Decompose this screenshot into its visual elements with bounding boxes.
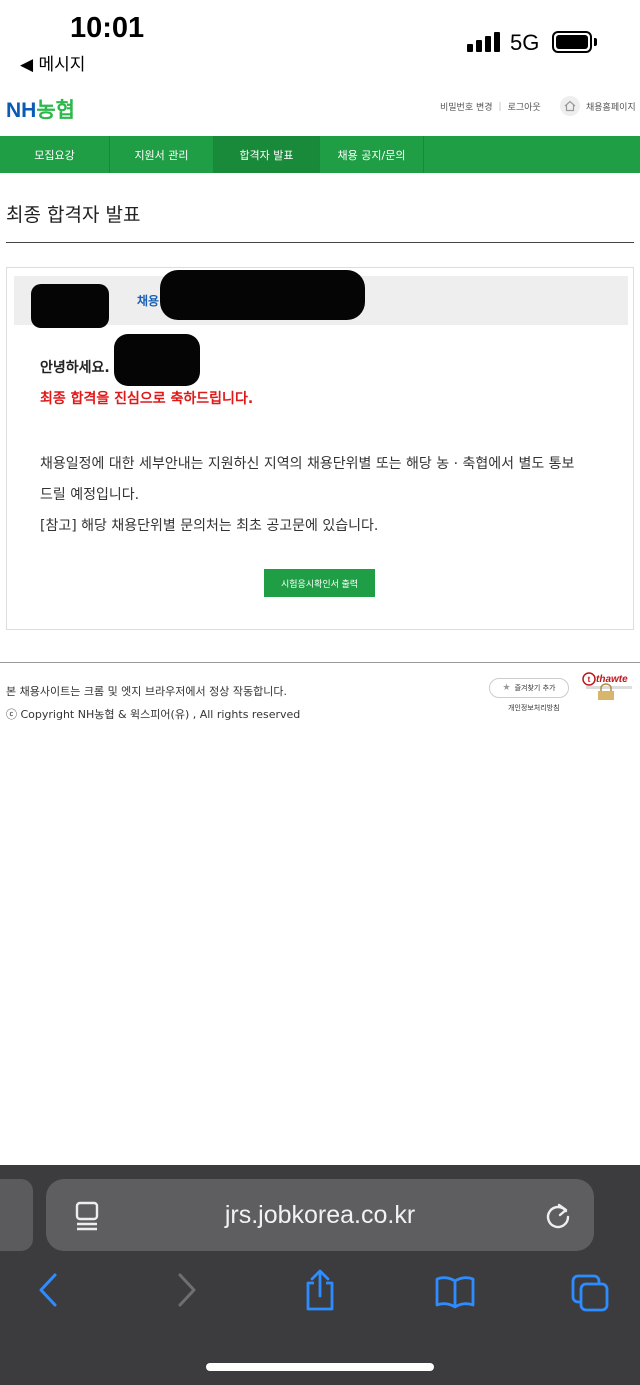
bookmarks-icon[interactable] — [434, 1275, 476, 1313]
back-to-messages-link[interactable]: ◀ 메시지 — [20, 50, 85, 75]
home-icon — [560, 96, 580, 116]
tabs-icon[interactable] — [570, 1273, 610, 1317]
signal-icon — [467, 32, 501, 52]
bookmark-label: 즐겨찾기 추가 — [514, 684, 556, 692]
logo-kr-text: 농협 — [36, 99, 75, 122]
status-time: 10:01 — [70, 12, 145, 44]
notice-line-2: 드릴 예정입니다. — [40, 487, 140, 503]
title-divider — [6, 242, 634, 243]
thawte-logo-text: thawte — [596, 674, 628, 685]
page-title: 최종 합격자 발표 — [6, 204, 141, 226]
utility-links: 비밀번호 변경 | 로그아웃 — [440, 100, 541, 114]
redaction-mark — [160, 270, 365, 320]
privacy-policy-link[interactable]: 개인정보처리방침 — [508, 703, 560, 713]
greeting-text: 안녕하세요. — [40, 360, 110, 376]
address-bar[interactable]: jrs.jobkorea.co.kr — [46, 1179, 594, 1251]
tab-label: 채용 공지/문의 — [337, 148, 406, 162]
notice-line-1: 채용일정에 대한 세부안내는 지원하신 지역의 채용단위별 또는 해당 농 · … — [40, 456, 575, 472]
share-icon[interactable] — [302, 1269, 338, 1315]
tab-label: 지원서 관리 — [134, 148, 189, 162]
footer-divider — [0, 662, 640, 663]
previous-tab-preview[interactable] — [0, 1179, 33, 1251]
star-icon: ★ — [502, 683, 511, 693]
add-bookmark-button[interactable]: ★ 즐겨찾기 추가 — [489, 678, 569, 698]
tab-label: 모집요강 — [34, 148, 75, 162]
recruit-home-label: 채용홈페이지 — [586, 102, 636, 113]
result-box: 채용단위 안녕하세요. 최종 합격을 진심으로 축하드립니다. 채용일정에 대한… — [6, 267, 634, 630]
congratulations-text: 최종 합격을 진심으로 축하드립니다. — [40, 391, 254, 407]
svg-text:t: t — [588, 675, 591, 684]
print-certificate-button[interactable]: 시험응시확인서 출력 — [264, 569, 375, 597]
network-label: 5G — [510, 30, 540, 55]
copyright-text: ⓒ Copyright NH농협 & 윅스피어(유) , All rights … — [6, 708, 301, 721]
back-icon[interactable] — [38, 1273, 58, 1311]
battery-tip — [594, 38, 597, 46]
separator: | — [498, 101, 502, 112]
status-bar: 10:01 ◀ 메시지 5G — [0, 0, 640, 80]
change-password-link[interactable]: 비밀번호 변경 — [440, 100, 493, 113]
forward-icon[interactable] — [177, 1273, 197, 1311]
nh-logo[interactable]: NH농협 — [6, 94, 75, 124]
home-indicator — [206, 1363, 434, 1371]
main-nav: 모집요강 지원서 관리 합격자 발표 채용 공지/문의 — [0, 136, 640, 173]
thawte-seal[interactable]: t thawte — [582, 671, 634, 701]
logout-link[interactable]: 로그아웃 — [508, 100, 541, 113]
tab-application-management[interactable]: 지원서 관리 — [110, 136, 214, 173]
site-header: NH농협 비밀번호 변경 | 로그아웃 채용홈페이지 — [0, 86, 640, 132]
tab-recruitment-guide[interactable]: 모집요강 — [0, 136, 110, 173]
browser-notice: 본 채용사이트는 크롬 및 엣지 브라우저에서 정상 작동합니다. — [6, 685, 287, 698]
recruit-home-link[interactable]: 채용홈페이지 — [560, 96, 636, 116]
reference-line: [참고] 해당 채용단위별 문의처는 최초 공고문에 있습니다. — [40, 518, 379, 534]
logo-nh-text: NH — [6, 99, 37, 122]
tab-results[interactable]: 합격자 발표 — [214, 136, 320, 173]
reload-icon[interactable] — [544, 1201, 572, 1235]
redaction-mark — [114, 334, 200, 386]
tab-label: 합격자 발표 — [239, 148, 294, 162]
redaction-mark — [31, 284, 109, 328]
tab-notice-inquiry[interactable]: 채용 공지/문의 — [320, 136, 424, 173]
browser-toolbar: jrs.jobkorea.co.kr — [0, 1165, 640, 1385]
battery-icon — [552, 31, 592, 53]
url-text: jrs.jobkorea.co.kr — [224, 1201, 416, 1229]
